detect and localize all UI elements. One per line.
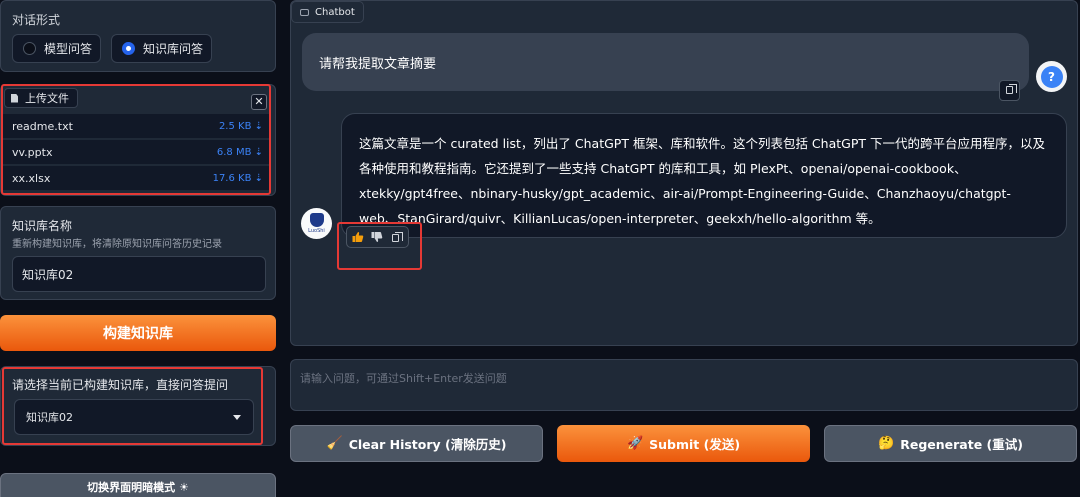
toggle-theme-button[interactable]: 切换界面明暗模式 ☀	[0, 473, 276, 497]
file-download-link[interactable]: 6.8 MB ⇣	[217, 147, 263, 158]
kb-name-hint: 重新构建知识库，将清除原知识库问答历史记录	[12, 239, 222, 250]
kb-name-input[interactable]	[12, 256, 266, 292]
bot-avatar-label: LuoShi	[308, 228, 325, 234]
chatbot-panel: Chatbot 请帮我提取文章摘要 ? 这篇文章是一个 curated list…	[290, 0, 1078, 346]
clear-history-label: Clear History (清除历史)	[348, 437, 507, 452]
kb-select-panel: 请选择当前已构建知识库，直接问答提问 知识库02	[0, 366, 276, 446]
rocket-icon: 🚀	[626, 436, 644, 451]
thinking-face-icon: 🤔	[878, 436, 895, 451]
kb-name-label: 知识库名称	[12, 219, 73, 233]
file-download-link[interactable]: 2.5 KB ⇣	[219, 121, 263, 132]
regenerate-button[interactable]: 🤔 Regenerate (重试)	[824, 425, 1077, 462]
upload-label: 上传文件	[4, 88, 78, 108]
user-message: 请帮我提取文章摘要	[302, 33, 1029, 91]
message-actions	[346, 226, 409, 248]
thumbs-down-icon[interactable]	[370, 230, 384, 244]
chat-icon	[300, 8, 309, 16]
chatbot-label: Chatbot	[291, 1, 364, 23]
kb-name-panel: 知识库名称 重新构建知识库，将清除原知识库问答历史记录	[0, 206, 276, 300]
build-kb-button[interactable]: 构建知识库	[0, 315, 276, 351]
kb-select-dropdown[interactable]: 知识库02	[14, 399, 254, 435]
bot-message: 这篇文章是一个 curated list，列出了 ChatGPT 框架、库和软件…	[341, 113, 1067, 238]
chat-input-panel	[290, 359, 1078, 411]
file-download-link[interactable]: 17.6 KB ⇣	[213, 173, 263, 184]
dialog-mode-title: 对话形式	[12, 13, 61, 27]
shield-logo-icon	[309, 213, 324, 227]
chatbot-label-text: Chatbot	[315, 6, 355, 18]
clear-history-button[interactable]: 🧹 Clear History (清除历史)	[290, 425, 543, 462]
file-name: readme.txt	[12, 119, 73, 133]
upload-label-text: 上传文件	[25, 92, 69, 105]
submit-button[interactable]: 🚀 Submit (发送)	[557, 425, 810, 462]
bot-avatar: LuoShi	[301, 208, 332, 239]
radio-model-qa[interactable]: 模型问答	[12, 34, 101, 63]
close-icon[interactable]: ✕	[251, 94, 267, 110]
broom-icon: 🧹	[326, 436, 343, 451]
chevron-down-icon	[233, 414, 241, 420]
radio-label: 模型问答	[44, 42, 93, 56]
regenerate-label: Regenerate (重试)	[900, 437, 1023, 452]
copy-icon[interactable]	[389, 230, 403, 244]
file-row[interactable]: vv.pptx 6.8 MB ⇣	[3, 140, 271, 164]
file-icon	[11, 93, 18, 103]
file-row[interactable]: xx.xlsx 17.6 KB ⇣	[3, 166, 271, 190]
file-upload-panel: 上传文件 ✕ readme.txt 2.5 KB ⇣ vv.pptx 6.8 M…	[0, 84, 276, 196]
kb-select-value: 知识库02	[26, 411, 73, 424]
radio-dot-icon	[23, 42, 36, 55]
radio-knowledge-qa[interactable]: 知识库问答	[111, 34, 212, 63]
kb-select-label: 请选择当前已构建知识库，直接问答提问	[12, 378, 229, 392]
radio-dot-checked-icon	[122, 42, 135, 55]
copy-icon[interactable]	[999, 80, 1020, 101]
file-row[interactable]: readme.txt 2.5 KB ⇣	[3, 114, 271, 138]
question-icon: ?	[1040, 65, 1063, 88]
submit-label: Submit (发送)	[649, 437, 741, 452]
thumbs-up-icon[interactable]	[351, 230, 365, 244]
file-name: xx.xlsx	[12, 171, 51, 185]
radio-label: 知识库问答	[143, 42, 204, 56]
chat-input[interactable]	[291, 360, 1077, 410]
file-name: vv.pptx	[12, 145, 53, 159]
dialog-mode-panel: 对话形式 模型问答 知识库问答	[0, 0, 276, 72]
user-avatar: ?	[1036, 61, 1067, 92]
